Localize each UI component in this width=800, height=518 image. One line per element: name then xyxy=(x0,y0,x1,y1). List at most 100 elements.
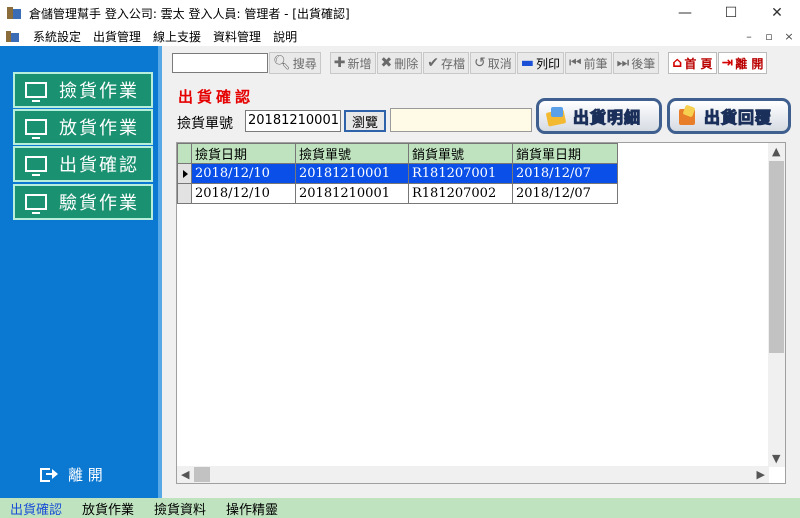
row-header-corner xyxy=(177,143,192,164)
scroll-up-icon[interactable]: ▲ xyxy=(772,145,780,158)
scroll-right-icon[interactable]: ▶ xyxy=(757,468,765,481)
menu-data-management[interactable]: 資料管理 xyxy=(207,28,267,45)
data-grid[interactable]: 撿貨日期 撿貨單號 銷貨單號 銷貨單日期 2018/12/10 20181210… xyxy=(176,142,786,484)
table-cell[interactable]: 20181210001 xyxy=(295,183,409,204)
monitor-icon xyxy=(25,156,47,176)
prev-record-button[interactable]: ⏮ 前筆 xyxy=(565,52,612,74)
add-label: 新增 xyxy=(347,56,372,71)
next-label: 後筆 xyxy=(631,56,656,71)
pick-info-field[interactable] xyxy=(390,108,532,132)
pick-no-label: 撿貨單號 xyxy=(177,116,233,132)
sidebar-leave-label: 離 開 xyxy=(68,466,103,484)
shipping-detail-label: 出貨明細 xyxy=(572,108,642,128)
sidebar-item-inspection[interactable]: 驗貨作業 xyxy=(13,184,153,220)
skip-back-icon: ⏮ xyxy=(569,55,582,71)
horizontal-scrollbar[interactable]: ◀ ▶ xyxy=(177,466,769,483)
mdi-child-icon[interactable] xyxy=(5,28,21,44)
sidebar-item-putaway[interactable]: 放貨作業 xyxy=(13,109,153,145)
undo-icon: ↺ xyxy=(474,55,486,71)
mdi-minimize-button[interactable]: – xyxy=(742,30,756,43)
exit-button[interactable]: ⇥ 離 開 xyxy=(717,52,768,74)
search-input[interactable] xyxy=(172,53,268,73)
logout-icon xyxy=(40,467,58,483)
shipping-reply-label: 出貨回覆 xyxy=(703,108,773,128)
menu-bar: 系統設定 出貨管理 線上支援 資料管理 說明 xyxy=(0,26,800,46)
maximize-button[interactable]: ☐ xyxy=(708,0,754,26)
mdi-restore-button[interactable]: ▫ xyxy=(762,30,776,43)
scroll-left-icon[interactable]: ◀ xyxy=(181,468,189,481)
menu-shipping-management[interactable]: 出貨管理 xyxy=(87,28,147,45)
table-cell[interactable]: 2018/12/10 xyxy=(191,163,296,184)
sidebar-item-shipping-confirm[interactable]: 出貨確認 xyxy=(13,146,153,182)
scroll-down-icon[interactable]: ▼ xyxy=(772,452,780,465)
print-button[interactable]: ▬ 列印 xyxy=(516,52,565,74)
table-cell[interactable]: 2018/12/07 xyxy=(512,163,618,184)
current-row-pointer-icon xyxy=(183,169,188,178)
mdi-close-button[interactable]: × xyxy=(782,30,796,43)
prev-label: 前筆 xyxy=(583,56,608,71)
table-cell[interactable]: 20181210001 xyxy=(295,163,409,184)
exit-icon: ⇥ xyxy=(721,55,734,71)
mdi-controls: – ▫ × xyxy=(742,26,796,46)
table-row[interactable]: 2018/12/10 20181210001 R181207001 2018/1… xyxy=(177,163,618,184)
column-header-sales-no[interactable]: 銷貨單號 xyxy=(408,143,513,164)
skip-forward-icon: ⏭ xyxy=(616,55,630,71)
monitor-icon xyxy=(25,194,47,214)
pick-no-input[interactable]: 20181210001 xyxy=(245,110,341,132)
status-tab-putaway[interactable]: 放貨作業 xyxy=(72,499,144,518)
column-header-pick-date[interactable]: 撿貨日期 xyxy=(191,143,296,164)
status-tab-shipping-confirm[interactable]: 出貨確認 xyxy=(0,499,72,518)
add-button[interactable]: ✚ 新增 xyxy=(329,52,376,74)
delete-button[interactable]: ✖ 刪除 xyxy=(376,52,423,74)
close-button[interactable]: ✕ xyxy=(754,0,800,26)
sidebar-item-label: 驗貨作業 xyxy=(59,193,139,214)
sidebar-item-label: 放貨作業 xyxy=(59,118,139,139)
home-icon: ⌂ xyxy=(672,55,683,71)
checkmark-icon: ✔ xyxy=(427,55,440,71)
printer-icon: ▬ xyxy=(520,55,535,71)
row-selector[interactable] xyxy=(177,163,192,184)
vertical-scroll-thumb[interactable] xyxy=(769,161,784,353)
save-button[interactable]: ✔ 存檔 xyxy=(423,52,470,74)
cancel-button[interactable]: ↺ 取消 xyxy=(470,52,516,74)
menu-online-support[interactable]: 線上支援 xyxy=(147,28,207,45)
minimize-button[interactable]: — xyxy=(662,0,708,26)
table-cell[interactable]: 2018/12/07 xyxy=(512,183,618,204)
exit-label: 離 開 xyxy=(735,56,764,71)
search-label: 搜尋 xyxy=(292,56,317,71)
row-selector[interactable] xyxy=(177,183,192,204)
status-tab-wizard[interactable]: 操作精靈 xyxy=(216,499,288,518)
reply-icon xyxy=(676,104,700,127)
table-cell[interactable]: R181207001 xyxy=(408,163,513,184)
horizontal-scroll-thumb[interactable] xyxy=(194,467,210,482)
column-header-pick-no[interactable]: 撿貨單號 xyxy=(295,143,409,164)
monitor-icon xyxy=(25,119,47,139)
search-icon: 🔍︎ xyxy=(273,55,291,71)
menu-system-settings[interactable]: 系統設定 xyxy=(27,28,87,45)
table-row[interactable]: 2018/12/10 20181210001 R181207002 2018/1… xyxy=(177,183,618,204)
sidebar-item-picking[interactable]: 撿貨作業 xyxy=(13,72,153,108)
cancel-label: 取消 xyxy=(487,56,512,71)
browse-button[interactable]: 瀏覽 xyxy=(344,110,386,132)
column-header-sales-date[interactable]: 銷貨單日期 xyxy=(512,143,618,164)
sidebar-leave-button[interactable]: 離 開 xyxy=(40,464,103,485)
search-button[interactable]: 🔍︎ 搜尋 xyxy=(269,52,321,74)
sidebar-item-label: 出貨確認 xyxy=(59,155,139,176)
window-title: 倉儲管理幫手 登入公司: 雲太 登入人員: 管理者 - [出貨確認] xyxy=(29,6,350,21)
delete-label: 刪除 xyxy=(394,56,419,71)
status-tab-pick-data[interactable]: 撿貨資料 xyxy=(144,499,216,518)
shipping-reply-button[interactable]: 出貨回覆 xyxy=(667,98,791,134)
app-icon xyxy=(5,4,23,22)
documents-icon xyxy=(545,105,569,127)
sidebar: 撿貨作業 放貨作業 出貨確認 驗貨作業 離 開 xyxy=(0,46,162,498)
table-cell[interactable]: R181207002 xyxy=(408,183,513,204)
status-bar: 出貨確認 放貨作業 撿貨資料 操作精靈 xyxy=(0,498,800,518)
table-cell[interactable]: 2018/12/10 xyxy=(191,183,296,204)
next-record-button[interactable]: ⏭ 後筆 xyxy=(612,52,660,74)
menu-help[interactable]: 說明 xyxy=(267,28,303,45)
window-controls: — ☐ ✕ xyxy=(662,0,800,26)
shipping-detail-button[interactable]: 出貨明細 xyxy=(536,98,662,134)
home-button[interactable]: ⌂ 首 頁 xyxy=(668,52,717,74)
monitor-icon xyxy=(25,82,47,102)
vertical-scrollbar[interactable]: ▲ ▼ xyxy=(768,143,785,467)
